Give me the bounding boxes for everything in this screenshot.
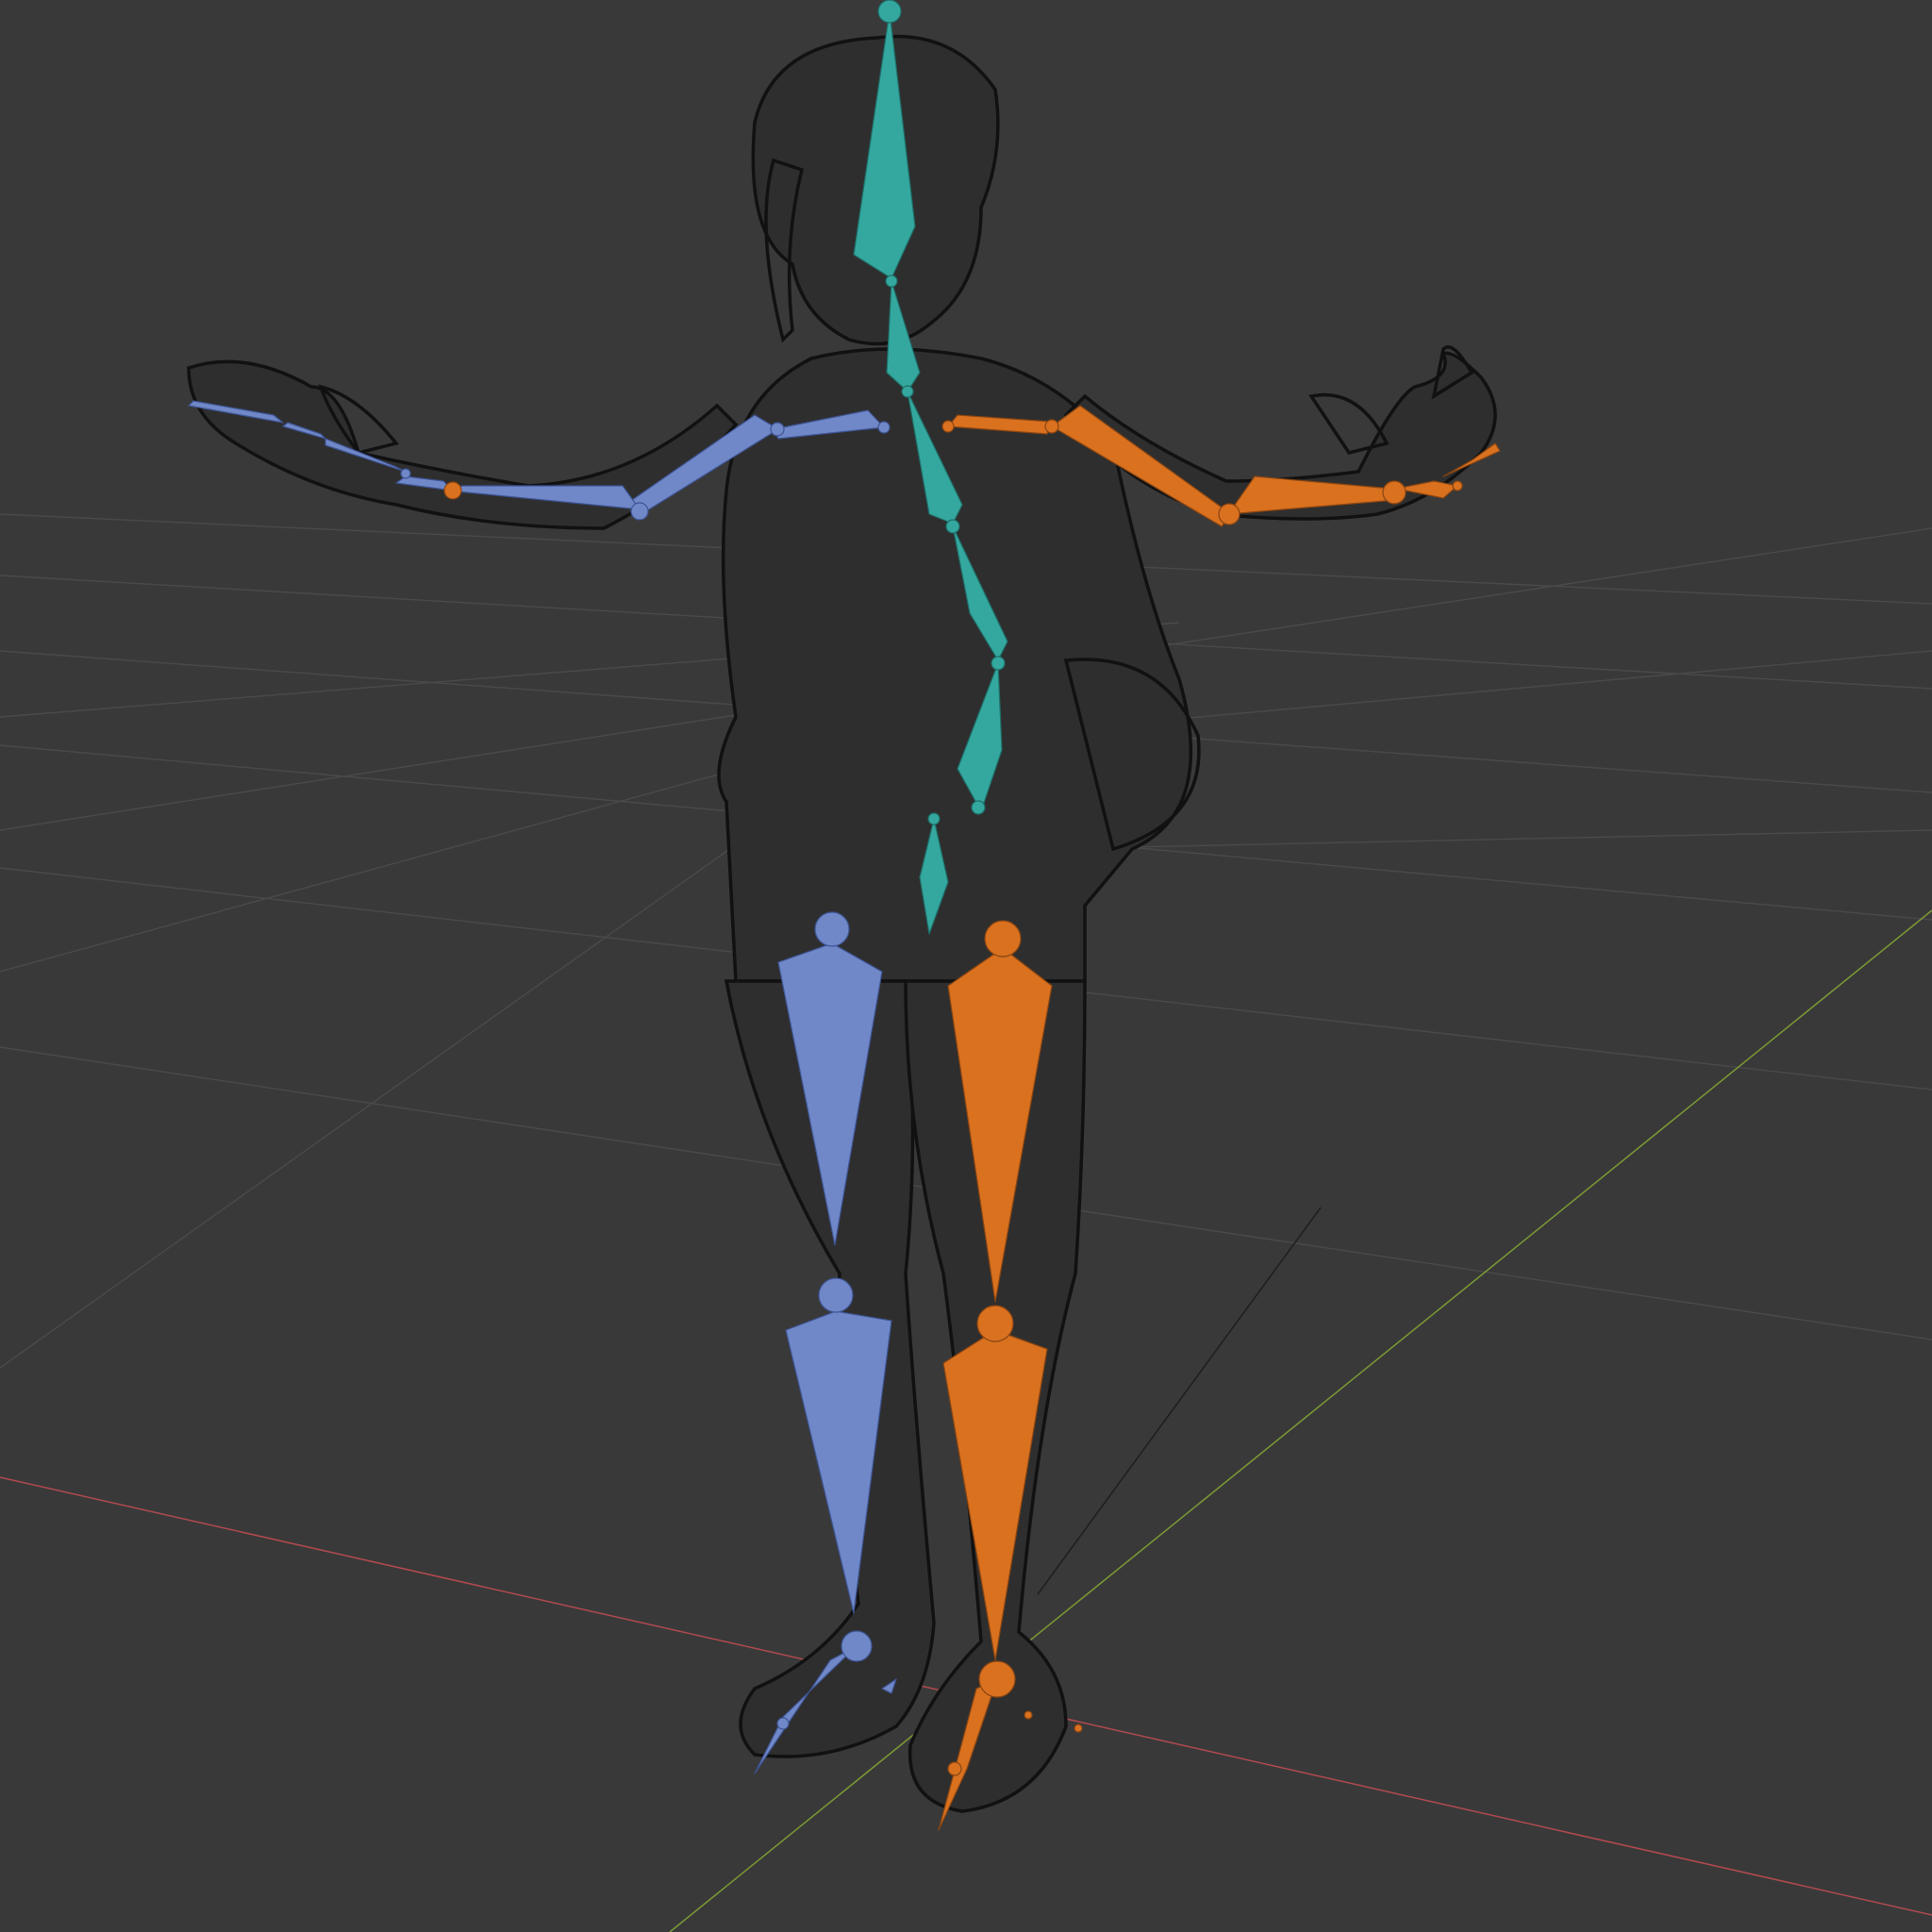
viewport-scene[interactable] <box>0 0 1932 1932</box>
joint-right-elbow[interactable] <box>1218 503 1241 525</box>
joint-spine-base[interactable] <box>971 800 986 815</box>
joint-neck[interactable] <box>885 275 898 288</box>
joint-chest[interactable] <box>901 385 914 398</box>
joint-left-knee[interactable] <box>818 1277 854 1313</box>
z-axis-line <box>1037 1207 1322 1595</box>
joint-right-ball[interactable] <box>947 1761 962 1776</box>
joint-right-finger[interactable] <box>1452 480 1463 491</box>
joint-left-shoulder[interactable] <box>877 421 891 434</box>
joint-right-toe-2[interactable] <box>1074 1724 1083 1733</box>
joint-left-wrist[interactable] <box>443 481 462 500</box>
joint-left-finger[interactable] <box>400 468 411 479</box>
joint-right-toe-1[interactable] <box>1024 1710 1033 1720</box>
joint-left-ball[interactable] <box>776 1717 790 1730</box>
joint-spine-2[interactable] <box>945 519 960 534</box>
joint-head-tip[interactable] <box>877 0 902 24</box>
joint-right-ankle[interactable] <box>978 1660 1016 1698</box>
joint-right-hip[interactable] <box>984 920 1022 958</box>
joint-right-knee[interactable] <box>976 1305 1014 1342</box>
joint-left-ankle[interactable] <box>841 1630 873 1662</box>
joint-hips[interactable] <box>927 812 941 825</box>
joint-left-upper-arm[interactable] <box>770 422 785 437</box>
joint-left-hip[interactable] <box>814 911 850 947</box>
joint-right-upper-arm[interactable] <box>1044 419 1059 434</box>
3d-viewport[interactable] <box>0 0 1932 1932</box>
joint-spine-1[interactable] <box>991 656 1006 671</box>
joint-left-elbow[interactable] <box>630 502 649 521</box>
joint-right-wrist[interactable] <box>1382 480 1407 505</box>
joint-right-shoulder[interactable] <box>941 420 955 433</box>
